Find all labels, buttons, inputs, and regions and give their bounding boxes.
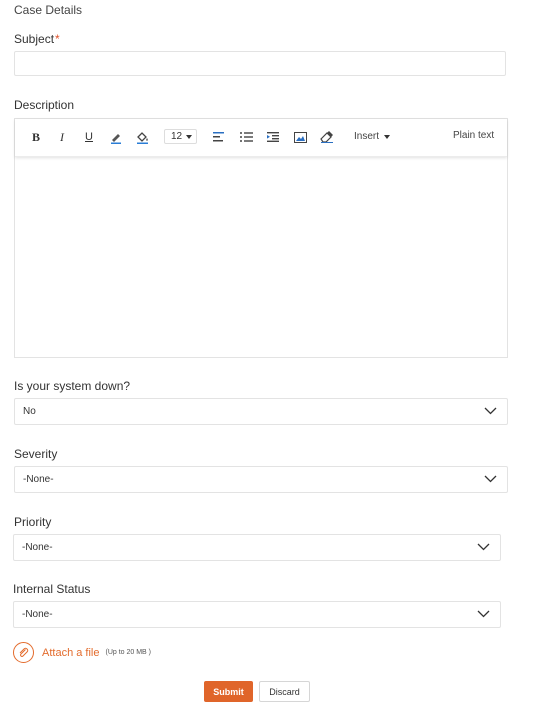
attach-file[interactable]: Attach a file (Up to 20 MB ) [13, 642, 151, 663]
system-down-value: No [23, 406, 36, 417]
align-button[interactable] [210, 128, 228, 146]
insert-menu[interactable]: Insert [354, 131, 391, 142]
chevron-down-icon [484, 407, 497, 415]
chevron-down-icon [477, 543, 490, 551]
required-mark: * [55, 32, 60, 46]
attach-button[interactable] [13, 642, 34, 663]
system-down-label: Is your system down? [14, 379, 131, 393]
bullet-list-icon [239, 132, 253, 142]
subject-label-text: Subject [14, 32, 55, 46]
underline-button[interactable]: U [80, 128, 98, 146]
severity-select[interactable]: -None- [14, 466, 508, 493]
discard-button[interactable]: Discard [259, 681, 310, 702]
internal-status-value: -None- [22, 609, 53, 620]
description-label: Description [14, 98, 75, 112]
font-size-select[interactable]: 12 [164, 129, 197, 144]
case-form: Case Details Subject* Description B I U [0, 0, 544, 719]
submit-button[interactable]: Submit [204, 681, 253, 702]
bold-button[interactable]: B [27, 128, 45, 146]
section-title: Case Details [14, 3, 83, 17]
clear-format-button[interactable] [318, 128, 336, 146]
description-editor[interactable]: B I U 12 Insert Plain text [14, 118, 508, 358]
bullet-list-button[interactable] [237, 128, 255, 146]
attach-size-note: (Up to 20 MB ) [105, 649, 151, 656]
align-left-icon [213, 132, 224, 142]
indent-icon [267, 132, 279, 142]
image-icon [293, 131, 307, 143]
attach-file-link[interactable]: Attach a file [42, 647, 99, 659]
internal-status-select[interactable]: -None- [13, 601, 501, 628]
chevron-down-icon [186, 134, 193, 139]
chevron-down-icon [477, 610, 490, 618]
italic-button[interactable]: I [53, 128, 71, 146]
pen-icon [111, 134, 121, 144]
insert-label: Insert [354, 131, 380, 142]
priority-value: -None- [22, 542, 53, 553]
subject-input[interactable] [14, 51, 506, 76]
priority-select[interactable]: -None- [13, 534, 501, 561]
system-down-select[interactable]: No [14, 398, 508, 425]
editor-toolbar: B I U 12 Insert Plain text [15, 119, 507, 157]
plain-text-toggle[interactable]: Plain text [453, 130, 494, 141]
severity-label: Severity [14, 447, 58, 461]
paperclip-icon [19, 647, 29, 657]
chevron-down-icon [384, 134, 391, 139]
eraser-icon [320, 131, 333, 143]
background-color-button[interactable] [134, 128, 152, 146]
insert-image-button[interactable] [291, 128, 309, 146]
subject-label: Subject* [14, 32, 60, 46]
chevron-down-icon [484, 475, 497, 483]
severity-value: -None- [23, 474, 54, 485]
font-size-value: 12 [171, 131, 183, 142]
internal-status-label: Internal Status [13, 582, 91, 596]
text-color-button[interactable] [107, 128, 125, 146]
paint-bucket-icon [136, 132, 148, 144]
priority-label: Priority [14, 515, 52, 529]
indent-button[interactable] [264, 128, 282, 146]
